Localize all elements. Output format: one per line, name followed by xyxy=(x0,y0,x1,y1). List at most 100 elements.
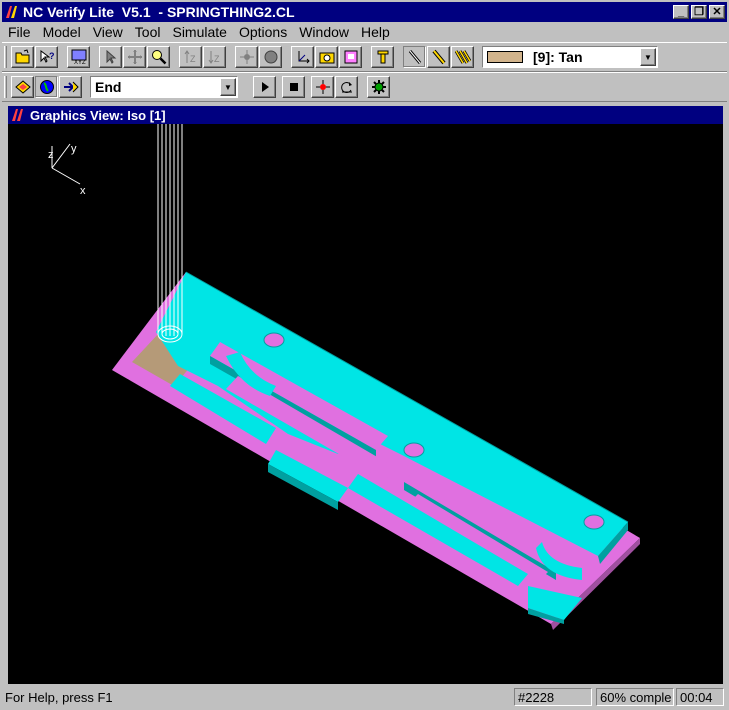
tool-z-up-button[interactable]: Z xyxy=(179,46,202,68)
part-model xyxy=(112,271,640,630)
window-title: NC Verify Lite V5.1 - SPRINGTHING2.CL xyxy=(23,4,295,20)
menu-bar: File Model View Tool Simulate Options Wi… xyxy=(2,22,727,42)
pan-button[interactable] xyxy=(123,46,146,68)
color-swatch xyxy=(487,51,523,63)
menu-model-label: Model xyxy=(42,24,81,40)
main-toolbar: ? XYZ Z Z [9]: Tan ▼ xyxy=(2,42,727,72)
restore-button[interactable]: ❐ xyxy=(691,5,707,19)
menu-file[interactable]: File xyxy=(2,24,37,40)
menu-tool[interactable]: Tool xyxy=(129,24,167,40)
graphics-view-icon xyxy=(12,109,23,121)
machine-mode-button[interactable] xyxy=(59,76,82,98)
status-help-text: For Help, press F1 xyxy=(5,689,113,705)
xyz-button[interactable]: XYZ xyxy=(67,46,90,68)
axis-y-label: y xyxy=(71,143,77,155)
magnifier-icon xyxy=(151,50,166,65)
gear-icon xyxy=(371,80,386,94)
fit-view-button[interactable] xyxy=(259,46,282,68)
tool-z-down-button[interactable]: Z xyxy=(203,46,226,68)
stop-at-select[interactable]: End ▼ xyxy=(90,76,238,98)
cutter-multi-button[interactable] xyxy=(451,46,474,68)
cutter-wire-icon xyxy=(408,50,421,64)
tool-display-button[interactable] xyxy=(371,46,394,68)
globe-icon xyxy=(39,80,54,94)
machine-icon xyxy=(63,81,79,93)
play-button[interactable] xyxy=(253,76,276,98)
model-view-icon xyxy=(14,80,31,94)
status-bar: For Help, press F1 #2228 60% comple 00:0… xyxy=(2,686,727,708)
status-progress: 60% comple xyxy=(596,688,674,706)
shade-model-button[interactable] xyxy=(339,46,362,68)
axis-x-label: x xyxy=(80,185,86,197)
graphics-view-title: Graphics View: Iso [1] xyxy=(30,107,166,123)
svg-text:XYZ: XYZ xyxy=(74,60,86,65)
svg-text:Z: Z xyxy=(190,54,196,64)
svg-text:Z: Z xyxy=(214,54,220,64)
simulation-toolbar: End ▼ xyxy=(2,72,727,102)
toolbar-grip-2[interactable] xyxy=(4,76,7,98)
play-icon xyxy=(261,82,269,92)
rewind-button[interactable] xyxy=(335,76,358,98)
rewind-icon xyxy=(340,82,352,93)
options-gear-button[interactable] xyxy=(367,76,390,98)
close-button[interactable]: ✕ xyxy=(709,5,725,19)
cutter-multi-icon xyxy=(454,50,471,64)
color-select[interactable]: [9]: Tan ▼ xyxy=(482,46,658,68)
shade-box-icon xyxy=(344,50,357,64)
center-target-icon xyxy=(239,50,254,64)
step-icon xyxy=(315,80,330,94)
fit-circle-icon xyxy=(264,50,277,64)
title-bar: NC Verify Lite V5.1 - SPRINGTHING2.CL _ … xyxy=(2,2,727,22)
camera-button[interactable] xyxy=(315,46,338,68)
menu-options-label: Options xyxy=(238,24,288,40)
axes-button[interactable] xyxy=(291,46,314,68)
cutter-solid-button[interactable] xyxy=(427,46,450,68)
center-view-button[interactable] xyxy=(235,46,258,68)
minimize-button[interactable]: _ xyxy=(673,5,689,19)
menu-simulate-label: Simulate xyxy=(172,24,227,40)
stop-icon xyxy=(289,83,298,91)
tool-z-down-icon: Z xyxy=(208,51,220,64)
pan-cross-icon xyxy=(127,50,142,64)
xyz-grid-icon: XYZ xyxy=(71,49,86,65)
part-model-canvas[interactable]: z y x xyxy=(8,124,723,684)
nc-verify-app-icon xyxy=(6,6,17,18)
cutter-wire-button[interactable] xyxy=(403,46,426,68)
cutter-solid-icon xyxy=(431,49,446,65)
menu-file-label: File xyxy=(8,24,31,40)
open-folder-icon xyxy=(15,49,29,64)
color-select-value: [9]: Tan xyxy=(533,49,583,65)
graphics-viewport[interactable]: z y x xyxy=(8,124,723,684)
model-view-button[interactable] xyxy=(11,76,34,98)
context-help-button[interactable]: ? xyxy=(35,46,58,68)
zoom-button[interactable] xyxy=(147,46,170,68)
tool-t-icon xyxy=(377,50,388,64)
menu-simulate[interactable]: Simulate xyxy=(166,24,232,40)
axes-icon xyxy=(298,51,310,64)
tool-z-up-icon: Z xyxy=(184,50,196,64)
step-button[interactable] xyxy=(311,76,334,98)
menu-view[interactable]: View xyxy=(87,24,129,40)
cutter-tool xyxy=(157,124,183,343)
graphics-view-titlebar[interactable]: Graphics View: Iso [1] xyxy=(8,106,723,124)
arrow-select-icon xyxy=(106,49,116,64)
menu-model[interactable]: Model xyxy=(37,24,87,40)
status-record: #2228 xyxy=(514,688,592,706)
open-file-button[interactable] xyxy=(11,46,34,68)
status-time: 00:04 xyxy=(676,688,724,706)
menu-view-label: View xyxy=(92,24,123,40)
menu-options[interactable]: Options xyxy=(233,24,293,40)
select-arrow-button[interactable] xyxy=(99,46,122,68)
help-pointer-icon: ? xyxy=(40,50,55,63)
svg-text:?: ? xyxy=(49,51,55,61)
chevron-down-icon[interactable]: ▼ xyxy=(220,78,236,96)
menu-tool-label: Tool xyxy=(134,24,161,40)
menu-window-label: Window xyxy=(299,24,349,40)
toolbar-grip[interactable] xyxy=(4,46,7,68)
verify-mode-button[interactable] xyxy=(35,76,58,98)
menu-help[interactable]: Help xyxy=(355,24,396,40)
menu-help-label: Help xyxy=(361,24,390,40)
chevron-down-icon[interactable]: ▼ xyxy=(640,48,656,66)
stop-button[interactable] xyxy=(282,76,305,98)
menu-window[interactable]: Window xyxy=(293,24,355,40)
